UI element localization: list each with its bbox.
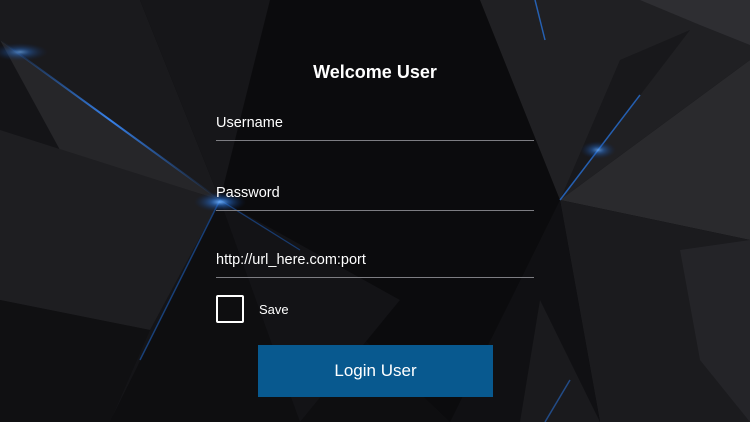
password-input[interactable] (216, 181, 534, 210)
welcome-title: Welcome User (313, 62, 437, 82)
username-field-container (216, 111, 534, 141)
password-field-container (216, 181, 534, 211)
save-checkbox[interactable] (216, 295, 244, 323)
save-label: Save (259, 302, 289, 317)
username-input[interactable] (216, 111, 534, 140)
login-button[interactable]: Login User (258, 345, 493, 397)
server-url-input[interactable] (216, 248, 534, 277)
server-url-field-container (216, 248, 534, 278)
